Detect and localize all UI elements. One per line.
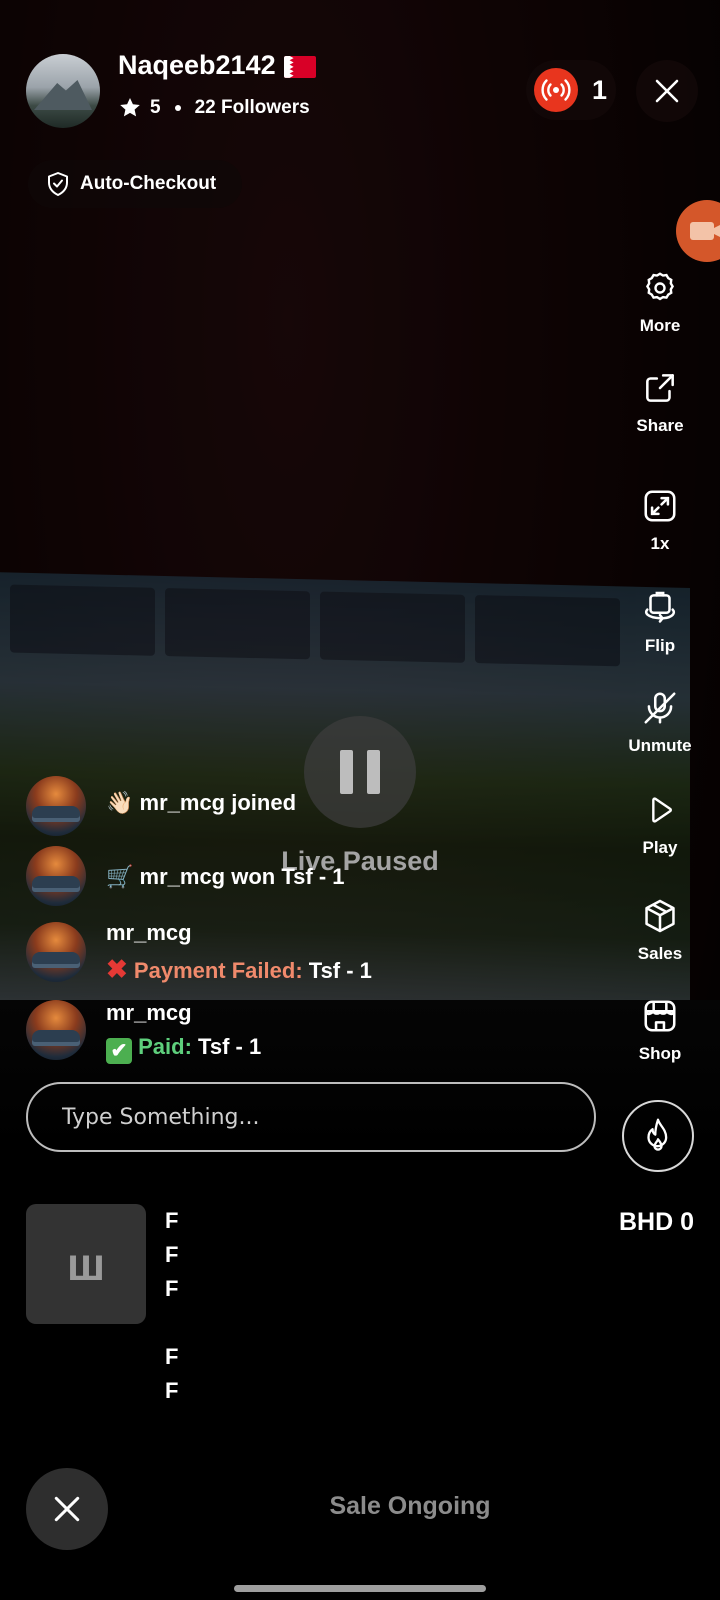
host-username[interactable]: Naqeeb2142	[118, 50, 316, 81]
fire-icon	[647, 1118, 668, 1151]
rating-value: 5	[150, 97, 161, 118]
chat-message: 👋🏻 mr_mcg joined	[106, 790, 297, 815]
chat-message: ✔ Paid: Tsf - 1	[106, 1034, 261, 1064]
cart-icon: 🛒	[106, 864, 134, 889]
shop-button[interactable]: Shop	[610, 994, 710, 1064]
chat-input[interactable]	[26, 1082, 596, 1152]
sales-button[interactable]: Sales	[610, 894, 710, 964]
product-price: BHD 0	[618, 1208, 694, 1236]
viewer-count: 1	[592, 74, 608, 105]
product-line: F	[165, 1208, 179, 1233]
live-broadcast-icon	[534, 68, 578, 112]
chat-avatar[interactable]	[26, 846, 86, 906]
separator-dot	[174, 105, 181, 111]
pause-icon	[340, 750, 353, 794]
video-camera-icon	[690, 222, 720, 240]
chat-message: ✖ Payment Failed: Tsf - 1	[106, 954, 372, 984]
share-icon	[646, 374, 674, 402]
store-icon	[644, 1000, 676, 1032]
wave-icon: 👋🏻	[106, 790, 134, 815]
star-icon	[120, 98, 140, 117]
end-sale-button[interactable]	[26, 1468, 108, 1550]
chat-avatar[interactable]	[26, 1000, 86, 1060]
product-line: F	[165, 1276, 179, 1301]
product-line: F	[165, 1242, 179, 1267]
unmute-button[interactable]: Unmute	[610, 686, 710, 756]
resume-stream-button[interactable]	[304, 716, 416, 828]
auto-checkout-chip[interactable]: Auto-Checkout	[28, 160, 242, 208]
chat-username[interactable]: mr_mcg	[106, 1000, 192, 1026]
home-indicator[interactable]	[234, 1585, 486, 1592]
close-icon	[54, 1496, 80, 1522]
product-line: F	[165, 1344, 179, 1369]
zoom-button[interactable]: 1x	[610, 484, 710, 554]
host-avatar[interactable]	[26, 54, 100, 128]
shield-check-icon	[48, 172, 68, 196]
mic-off-icon	[644, 692, 676, 724]
chat-username[interactable]: mr_mcg	[106, 920, 192, 946]
chat-avatar[interactable]	[26, 922, 86, 982]
more-button[interactable]: More	[610, 266, 710, 336]
followers-count[interactable]: 22 Followers	[195, 97, 310, 119]
viewer-count-badge[interactable]: 1	[526, 60, 616, 120]
product-line: F	[165, 1378, 179, 1403]
product-thumbnail[interactable]: ш	[26, 1204, 146, 1324]
box-icon	[645, 899, 675, 933]
check-icon: ✔	[106, 1038, 132, 1064]
chat-avatar[interactable]	[26, 776, 86, 836]
bahrain-flag-icon	[283, 55, 316, 78]
chat-message: 🛒 mr_mcg won Tsf - 1	[106, 864, 345, 889]
play-icon	[652, 797, 672, 823]
flip-camera-icon	[644, 591, 676, 623]
hype-button[interactable]	[622, 1100, 694, 1172]
gear-icon	[646, 272, 674, 301]
close-stream-button[interactable]	[636, 60, 698, 122]
close-icon	[655, 79, 679, 103]
host-stats: 5 22 Followers	[118, 96, 310, 120]
expand-icon	[644, 490, 676, 522]
share-button[interactable]: Share	[610, 366, 710, 436]
sale-status: Sale Ongoing	[329, 1492, 491, 1520]
cross-icon: ✖	[106, 954, 128, 984]
flip-camera-button[interactable]: Flip	[610, 586, 710, 656]
